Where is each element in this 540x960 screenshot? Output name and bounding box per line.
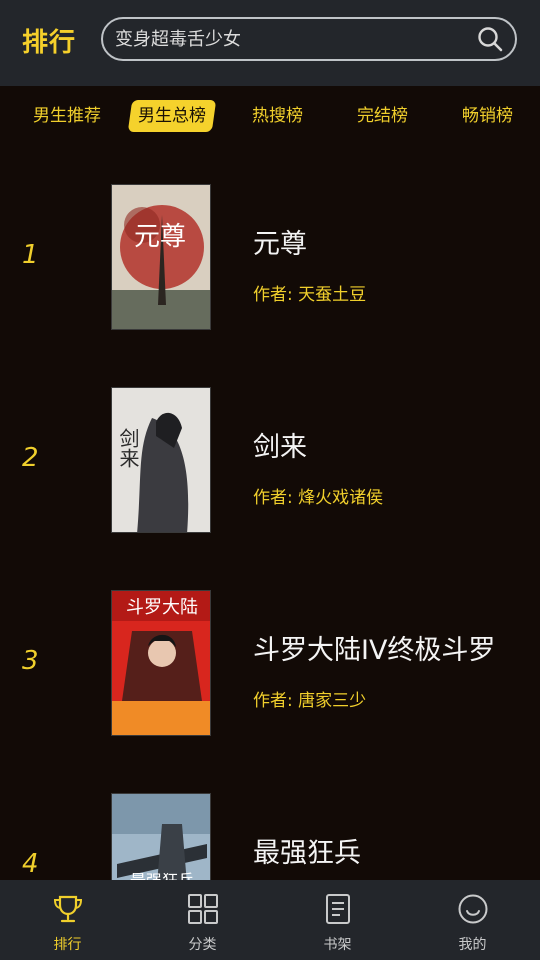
bottom-nav: 排行 分类 书架 我的 bbox=[0, 880, 540, 960]
book-title: 剑来 bbox=[253, 432, 307, 463]
rank-number: 1 bbox=[22, 240, 39, 270]
tab-completed[interactable]: 完结榜 bbox=[357, 100, 408, 132]
book-author: 作者: 天蚕土豆 bbox=[253, 285, 367, 305]
ranking-list: 1 元尊 元尊 作者: 天蚕土豆 2 剑来 剑来 作者: 烽火戏诸侯 3 斗罗大… bbox=[0, 144, 540, 880]
cover-title: 最强狂兵 bbox=[130, 871, 194, 880]
search-input[interactable] bbox=[115, 19, 455, 59]
list-item[interactable]: 4 最强狂兵 最强狂兵 bbox=[0, 793, 540, 880]
rank-number: 3 bbox=[22, 646, 39, 676]
book-cover[interactable]: 斗罗大陆 bbox=[111, 590, 211, 736]
trophy-icon bbox=[53, 895, 82, 923]
nav-label: 排行 bbox=[53, 937, 82, 953]
page-title: 排行 bbox=[22, 28, 77, 58]
rank-number: 4 bbox=[22, 849, 39, 879]
smiley-icon bbox=[458, 894, 487, 924]
search-icon[interactable] bbox=[477, 26, 503, 52]
list-item[interactable]: 2 剑来 剑来 作者: 烽火戏诸侯 bbox=[0, 387, 540, 590]
book-cover[interactable]: 元尊 bbox=[111, 184, 211, 330]
list-item[interactable]: 1 元尊 元尊 作者: 天蚕土豆 bbox=[0, 184, 540, 387]
search-box[interactable] bbox=[101, 17, 517, 61]
book-title: 元尊 bbox=[253, 229, 307, 260]
nav-category[interactable]: 分类 bbox=[135, 880, 270, 960]
tab-hot-search[interactable]: 热搜榜 bbox=[252, 100, 303, 132]
book-cover[interactable]: 剑来 bbox=[111, 387, 211, 533]
cover-title: 元尊 bbox=[134, 222, 186, 252]
tab-boys-overall[interactable]: 男生总榜 bbox=[127, 100, 217, 132]
cover-title: 剑来 bbox=[116, 428, 140, 468]
nav-label: 书架 bbox=[323, 937, 352, 953]
tab-label: 男生总榜 bbox=[138, 106, 206, 126]
nav-bookshelf[interactable]: 书架 bbox=[270, 880, 405, 960]
tab-boys-recommend[interactable]: 男生推荐 bbox=[33, 100, 101, 132]
nav-label: 我的 bbox=[458, 937, 487, 953]
nav-ranking[interactable]: 排行 bbox=[0, 880, 135, 960]
top-bar: 排行 bbox=[0, 0, 540, 86]
book-cover[interactable]: 最强狂兵 bbox=[111, 793, 211, 880]
book-author: 作者: 烽火戏诸侯 bbox=[253, 488, 384, 508]
list-item[interactable]: 3 斗罗大陆 斗罗大陆IV终极斗罗 作者: 唐家三少 bbox=[0, 590, 540, 793]
nav-mine[interactable]: 我的 bbox=[405, 880, 540, 960]
book-title: 最强狂兵 bbox=[253, 838, 361, 869]
rank-number: 2 bbox=[22, 443, 39, 473]
app: 排行 男生推荐 男生总榜 热搜榜 完结榜 畅销榜 1 bbox=[0, 0, 540, 960]
book-author: 作者: 唐家三少 bbox=[253, 691, 367, 711]
cover-title: 斗罗大陆 bbox=[126, 597, 198, 618]
book-title: 斗罗大陆IV终极斗罗 bbox=[253, 635, 496, 666]
tab-bestseller[interactable]: 畅销榜 bbox=[462, 100, 513, 132]
bookshelf-icon bbox=[325, 894, 350, 924]
category-tabs: 男生推荐 男生总榜 热搜榜 完结榜 畅销榜 bbox=[0, 86, 540, 144]
grid-icon bbox=[187, 894, 218, 924]
nav-label: 分类 bbox=[188, 937, 217, 953]
